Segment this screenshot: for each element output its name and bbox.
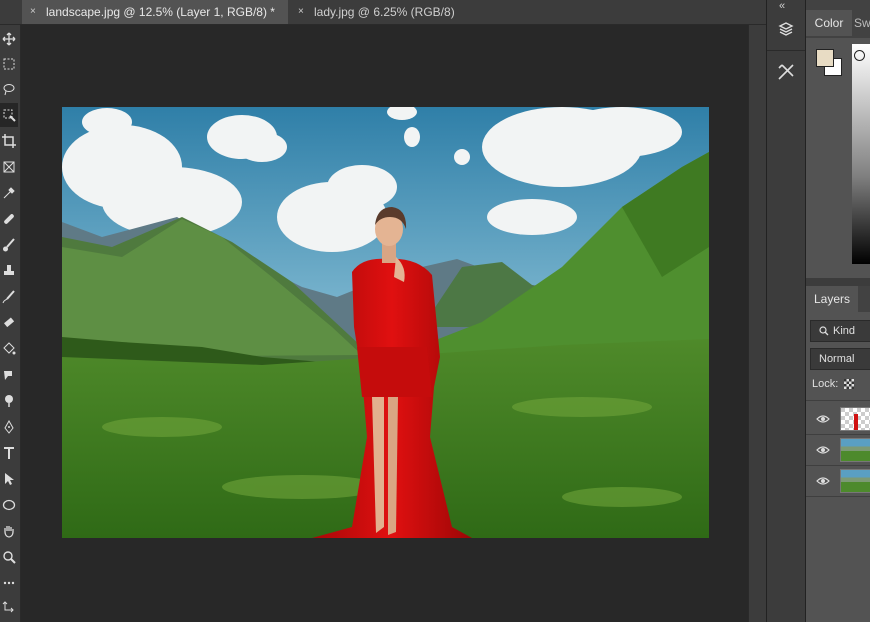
visibility-eye-icon[interactable] xyxy=(816,443,830,455)
ellipse-tool-icon[interactable] xyxy=(0,493,18,517)
tab-lady[interactable]: × lady.jpg @ 6.25% (RGB/8) xyxy=(290,0,470,24)
lock-label: Lock: xyxy=(812,378,839,390)
lock-transparency-icon[interactable] xyxy=(844,379,854,389)
history-brush-tool-icon[interactable] xyxy=(0,285,18,309)
thumbnail-figure xyxy=(854,414,858,430)
tab-layers[interactable]: Layers xyxy=(806,286,858,312)
lasso-tool-icon[interactable] xyxy=(0,77,18,101)
collapsed-panel-strip: « xyxy=(766,0,806,622)
layer-filter-label: Kind xyxy=(833,325,856,337)
layer-filter-select[interactable]: Kind xyxy=(810,320,870,342)
eyedropper-tool-icon[interactable] xyxy=(0,181,18,205)
tab-label: lady.jpg @ 6.25% (RGB/8) xyxy=(314,5,455,19)
crop-tool-icon[interactable] xyxy=(0,129,18,153)
tab-landscape[interactable]: × landscape.jpg @ 12.5% (Layer 1, RGB/8)… xyxy=(22,0,288,24)
tools-panel xyxy=(0,25,21,622)
close-tab-icon[interactable]: × xyxy=(298,0,304,24)
layer-thumbnail-landscape xyxy=(840,469,870,493)
frame-tool-icon[interactable] xyxy=(0,155,18,179)
document-tab-bar: × landscape.jpg @ 12.5% (Layer 1, RGB/8)… xyxy=(0,0,766,25)
path-selection-tool-icon[interactable] xyxy=(0,467,18,491)
collapse-panels-icon[interactable]: « xyxy=(779,0,785,12)
tab-color[interactable]: Color xyxy=(806,10,852,36)
layer-thumbnail-landscape xyxy=(840,438,870,462)
brush-tool-icon[interactable] xyxy=(0,233,18,257)
tab-label: landscape.jpg @ 12.5% (Layer 1, RGB/8) * xyxy=(46,5,275,19)
swap-colors-icon[interactable] xyxy=(0,595,18,619)
more-tools-icon[interactable] xyxy=(0,571,18,595)
healing-brush-tool-icon[interactable] xyxy=(0,207,18,231)
smudge-tool-icon[interactable] xyxy=(0,363,18,387)
hand-tool-icon[interactable] xyxy=(0,519,18,543)
layer-row[interactable] xyxy=(806,465,870,497)
color-picker-cursor xyxy=(854,50,865,61)
layers-divider xyxy=(806,400,870,401)
layer-row[interactable] xyxy=(806,434,870,466)
color-spectrum-field[interactable] xyxy=(852,44,870,264)
marquee-tool-icon[interactable] xyxy=(0,52,18,76)
close-tab-icon[interactable]: × xyxy=(30,0,36,24)
right-panels: Color Sw Layers Kind Normal Lock: xyxy=(806,0,870,622)
document-canvas[interactable] xyxy=(62,107,709,538)
libraries-icon[interactable] xyxy=(776,20,796,40)
paint-bucket-tool-icon[interactable] xyxy=(0,337,18,361)
eraser-tool-icon[interactable] xyxy=(0,311,18,335)
dodge-tool-icon[interactable] xyxy=(0,389,18,413)
landscape-image xyxy=(62,107,709,538)
visibility-eye-icon[interactable] xyxy=(816,474,830,486)
clone-stamp-tool-icon[interactable] xyxy=(0,259,18,283)
blend-mode-select[interactable]: Normal xyxy=(810,348,870,370)
pen-tool-icon[interactable] xyxy=(0,415,18,439)
move-tool-icon[interactable] xyxy=(0,27,18,51)
zoom-tool-icon[interactable] xyxy=(0,545,18,569)
type-tool-icon[interactable] xyxy=(0,441,18,465)
search-icon xyxy=(819,321,829,341)
tools-panel-icon[interactable] xyxy=(776,62,796,82)
quick-selection-tool-icon[interactable] xyxy=(0,103,18,127)
strip-divider xyxy=(767,50,805,51)
layer-row[interactable] xyxy=(806,403,870,435)
tab-swatches[interactable]: Sw xyxy=(854,10,870,36)
blend-mode-label: Normal xyxy=(819,353,855,365)
vertical-scrollbar[interactable] xyxy=(748,25,767,622)
foreground-color-swatch[interactable] xyxy=(816,49,834,67)
visibility-eye-icon[interactable] xyxy=(816,412,830,424)
layer-thumbnail-woman xyxy=(840,407,870,431)
panel-divider xyxy=(806,278,870,286)
